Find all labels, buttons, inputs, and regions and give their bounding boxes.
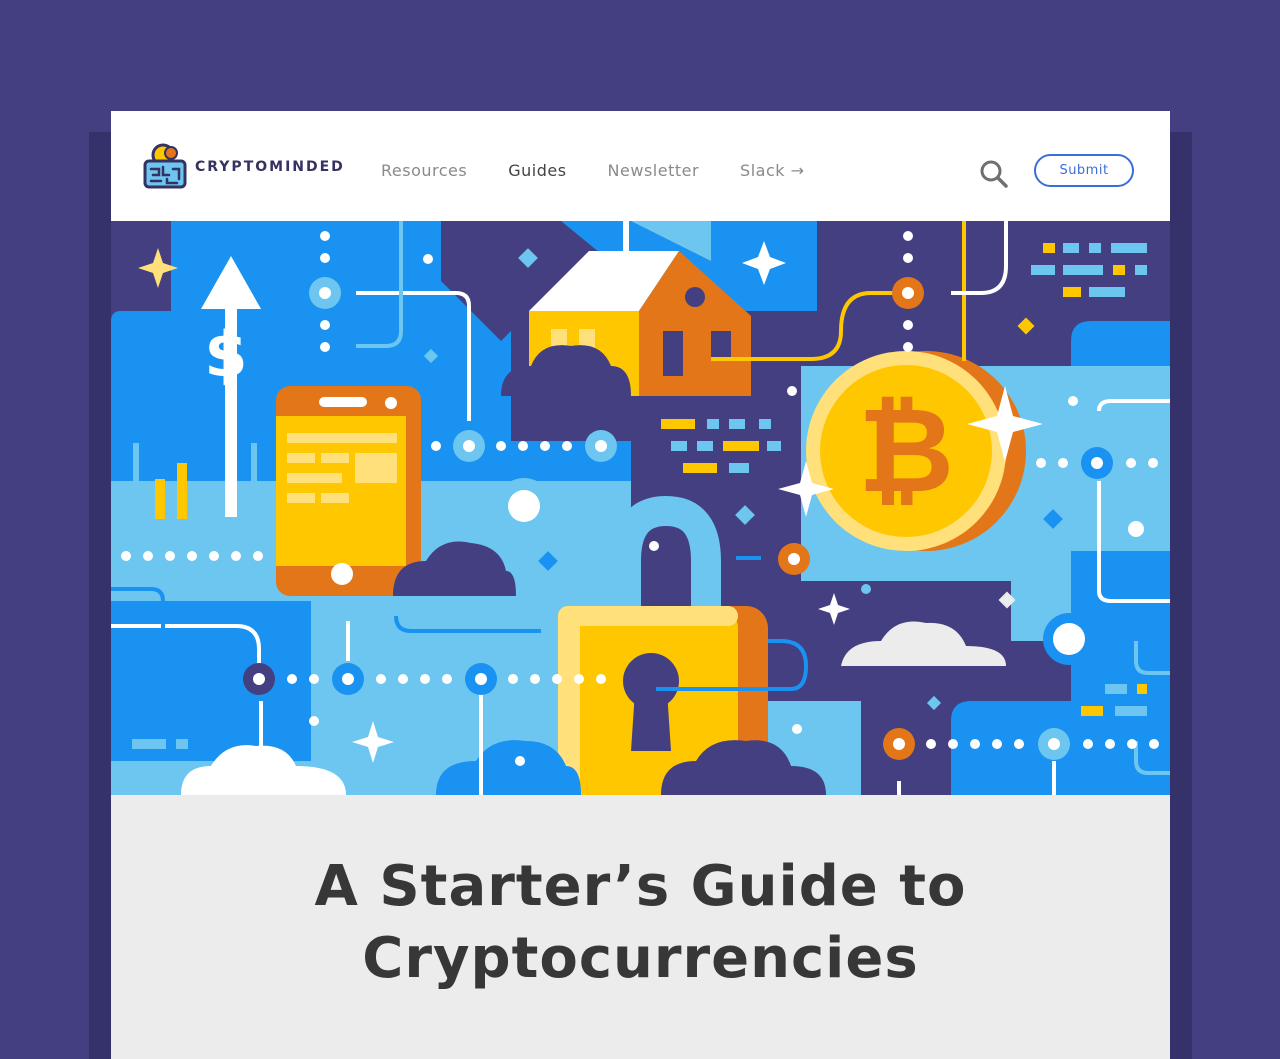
search-icon — [980, 160, 1008, 188]
brand-name: CRYPTOMINDED — [195, 159, 345, 175]
nav-guides[interactable]: Guides — [508, 161, 566, 180]
article-card: CRYPTOMINDED Resources Guides Newsletter… — [111, 111, 1170, 1059]
nav-slack[interactable]: Slack → — [740, 161, 804, 180]
search-button[interactable] — [979, 159, 1009, 189]
site-logo[interactable]: CRYPTOMINDED — [143, 143, 345, 191]
nav-resources[interactable]: Resources — [381, 161, 467, 180]
hero-illustration: $ ₿ — [111, 221, 1170, 795]
brain-coin-icon — [143, 143, 187, 189]
navbar: CRYPTOMINDED Resources Guides Newsletter… — [111, 111, 1170, 221]
svg-text:$: $ — [204, 318, 247, 391]
svg-text:₿: ₿ — [858, 381, 954, 519]
article-title: A Starter’s Guide to Cryptocurrencies — [111, 851, 1170, 995]
nav-newsletter[interactable]: Newsletter — [608, 161, 700, 180]
main-nav: Resources Guides Newsletter Slack → — [381, 161, 846, 180]
article-title-line1: A Starter’s Guide to — [314, 854, 967, 919]
submit-button[interactable]: Submit — [1034, 154, 1134, 187]
article-title-line2: Cryptocurrencies — [362, 926, 919, 991]
